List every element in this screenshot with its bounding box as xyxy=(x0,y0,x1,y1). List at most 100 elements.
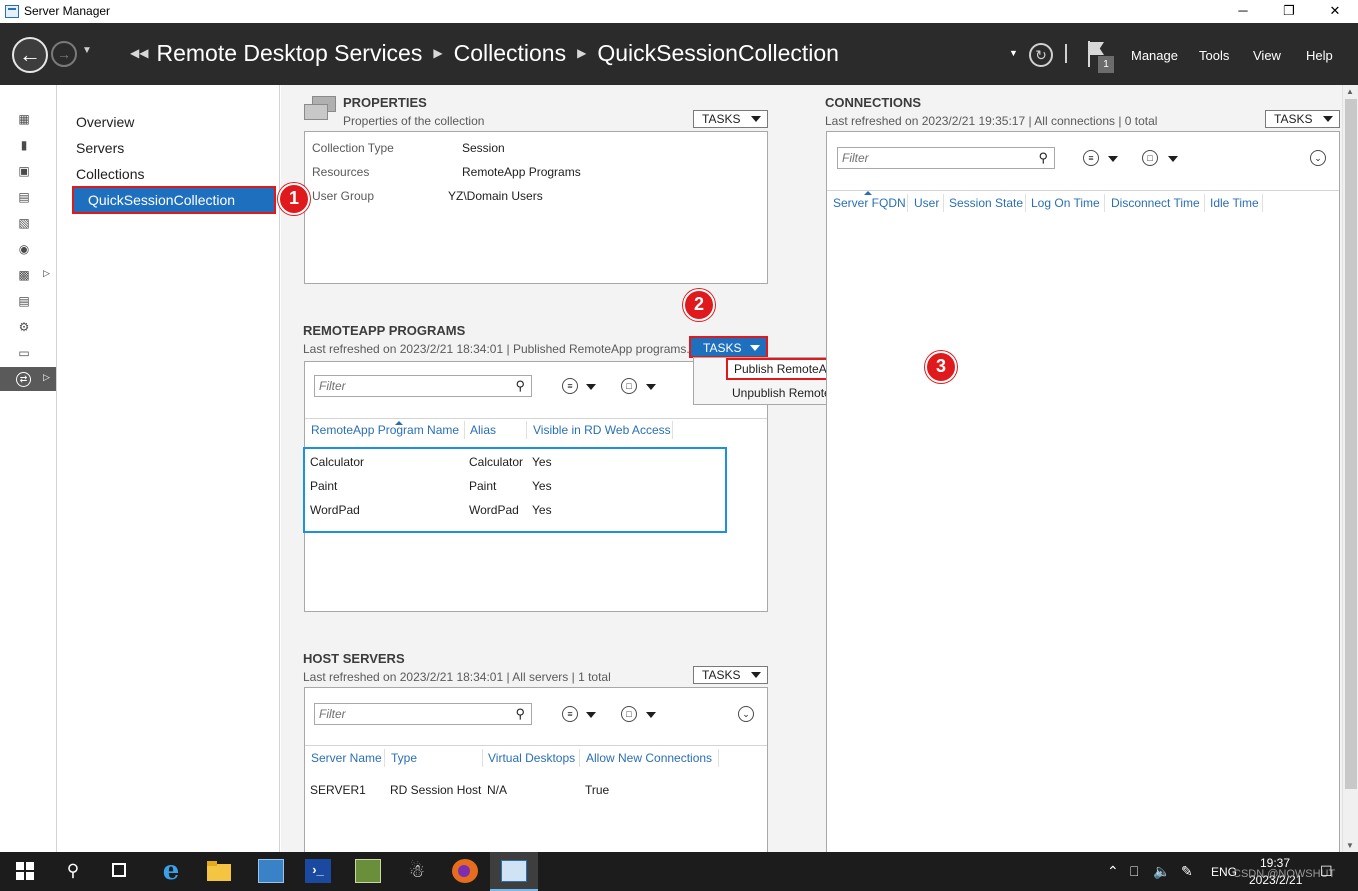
rail-adcs[interactable]: ◉ xyxy=(0,237,56,261)
search-icon[interactable]: ⚲ xyxy=(60,859,86,883)
firefox-icon[interactable] xyxy=(452,859,478,883)
maximize-button[interactable]: ❐ xyxy=(1266,0,1312,23)
volume-muted-icon[interactable]: 🔈 xyxy=(1153,863,1170,880)
dropdown-caret-icon[interactable] xyxy=(1108,156,1118,162)
expand-arrow-icon[interactable]: ▷ xyxy=(43,372,50,383)
notification-center-icon[interactable]: ☐ xyxy=(1320,863,1333,880)
col-alias[interactable]: Alias xyxy=(470,423,496,437)
rail-print-services[interactable]: ▤ xyxy=(0,289,56,313)
search-icon[interactable]: ⚲ xyxy=(515,378,525,394)
menu-manage[interactable]: Manage xyxy=(1131,48,1178,63)
col-visible-rd-web[interactable]: Visible in RD Web Access xyxy=(533,423,671,437)
column-separator[interactable] xyxy=(1025,194,1026,212)
col-disconnect-time[interactable]: Disconnect Time xyxy=(1111,196,1200,210)
nav-overview[interactable]: Overview xyxy=(76,114,134,130)
expand-section-icon[interactable]: ⌄ xyxy=(1310,150,1326,166)
table-row-type[interactable]: RD Session Host xyxy=(390,783,481,797)
minimize-button[interactable]: ─ xyxy=(1220,0,1266,23)
rail-dashboard[interactable]: ▦ xyxy=(0,107,56,131)
nav-collections[interactable]: Collections xyxy=(76,166,144,182)
column-separator[interactable] xyxy=(943,194,944,212)
rail-remote-desktop[interactable]: ⇄ ▷ xyxy=(0,367,56,391)
server-manager-tools-icon[interactable] xyxy=(355,859,381,883)
col-server-fqdn[interactable]: Server FQDN xyxy=(833,196,906,210)
rail-local-server[interactable]: ▮ xyxy=(0,133,56,157)
column-separator[interactable] xyxy=(1204,194,1205,212)
dropdown-caret-icon[interactable] xyxy=(586,384,596,390)
notifications-flag-icon[interactable]: 1 xyxy=(1088,41,1114,75)
file-explorer-icon[interactable] xyxy=(206,859,232,883)
column-separator[interactable] xyxy=(482,749,483,767)
taskbar-server-manager-active[interactable] xyxy=(490,852,538,891)
col-session-state[interactable]: Session State xyxy=(949,196,1023,210)
network-tree-icon[interactable]: ☃ xyxy=(404,859,430,883)
col-type[interactable]: Type xyxy=(391,751,417,765)
back-button[interactable]: ← xyxy=(12,37,48,73)
forward-button[interactable]: → xyxy=(51,41,77,67)
scroll-up-icon[interactable]: ▲ xyxy=(1346,87,1354,96)
search-icon[interactable]: ⚲ xyxy=(515,706,525,722)
scrollbar-thumb[interactable] xyxy=(1345,99,1357,789)
pen-icon[interactable]: ✎ xyxy=(1181,863,1193,880)
show-hidden-icons-icon[interactable]: ⌃ xyxy=(1107,863,1119,880)
rail-file-services[interactable]: ▩ ▷ xyxy=(0,263,56,287)
column-separator[interactable] xyxy=(718,749,719,767)
save-query-icon[interactable]: □ xyxy=(1142,150,1158,166)
windows-start-icon[interactable] xyxy=(14,859,40,883)
rail-iis[interactable]: ▧ xyxy=(0,211,56,235)
refresh-dropdown-icon[interactable]: ▼ xyxy=(1009,48,1018,58)
table-row-virtual-desktops[interactable]: N/A xyxy=(487,783,507,797)
vertical-scrollbar[interactable]: ▲ ▼ xyxy=(1342,85,1358,852)
table-row-allow[interactable]: True xyxy=(585,783,609,797)
rail-file-storage[interactable]: ▤ xyxy=(0,185,56,209)
network-icon[interactable]: ⎕ xyxy=(1130,863,1138,880)
column-separator[interactable] xyxy=(526,421,527,439)
breadcrumb-lead-icon[interactable]: ◀◀ xyxy=(130,46,148,60)
col-server-name[interactable]: Server Name xyxy=(311,751,382,765)
breadcrumb-item-collections[interactable]: Collections xyxy=(454,40,567,66)
dropdown-caret-icon[interactable] xyxy=(1168,156,1178,162)
powershell-icon[interactable]: ›_ xyxy=(305,859,331,883)
list-options-icon[interactable]: ≡ xyxy=(562,378,578,394)
menu-view[interactable]: View xyxy=(1253,48,1281,63)
task-view-icon[interactable] xyxy=(106,859,132,883)
dropdown-caret-icon[interactable] xyxy=(646,384,656,390)
menu-help[interactable]: Help xyxy=(1306,48,1333,63)
rail-all-servers[interactable]: ▣ xyxy=(0,159,56,183)
col-virtual-desktops[interactable]: Virtual Desktops xyxy=(488,751,575,765)
host-servers-filter-input[interactable]: Filter ⚲ xyxy=(314,703,532,725)
col-log-on-time[interactable]: Log On Time xyxy=(1031,196,1100,210)
close-button[interactable]: ✕ xyxy=(1312,0,1358,23)
list-options-icon[interactable]: ≡ xyxy=(562,706,578,722)
properties-tasks-button[interactable]: TASKS xyxy=(693,110,768,128)
column-separator[interactable] xyxy=(384,749,385,767)
remoteapp-filter-input[interactable]: Filter ⚲ xyxy=(314,375,532,397)
col-allow-new-connections[interactable]: Allow New Connections xyxy=(586,751,712,765)
list-options-icon[interactable]: ≡ xyxy=(1083,150,1099,166)
remoteapp-tasks-button[interactable]: TASKS xyxy=(689,336,768,358)
table-row-server[interactable]: SERVER1 xyxy=(310,783,366,797)
dropdown-caret-icon[interactable] xyxy=(586,712,596,718)
internet-explorer-icon[interactable]: e xyxy=(158,858,184,884)
save-query-icon[interactable]: □ xyxy=(621,378,637,394)
search-icon[interactable]: ⚲ xyxy=(1038,150,1048,166)
refresh-icon[interactable]: ↻ xyxy=(1029,43,1053,67)
connections-filter-input[interactable]: Filter ⚲ xyxy=(837,147,1055,169)
connections-tasks-button[interactable]: TASKS xyxy=(1265,110,1340,128)
expand-arrow-icon[interactable]: ▷ xyxy=(43,268,50,279)
server-app-icon[interactable] xyxy=(258,859,284,883)
column-separator[interactable] xyxy=(579,749,580,767)
rail-server-role[interactable]: ▭ xyxy=(0,341,56,365)
col-idle-time[interactable]: Idle Time xyxy=(1210,196,1259,210)
host-servers-tasks-button[interactable]: TASKS xyxy=(693,666,768,684)
column-separator[interactable] xyxy=(907,194,908,212)
history-dropdown-icon[interactable]: ▼ xyxy=(82,45,92,56)
menu-tools[interactable]: Tools xyxy=(1199,48,1229,63)
col-remoteapp-program-name[interactable]: RemoteApp Program Name xyxy=(311,423,459,437)
save-query-icon[interactable]: □ xyxy=(621,706,637,722)
column-separator[interactable] xyxy=(672,421,673,439)
breadcrumb-item-collection[interactable]: QuickSessionCollection xyxy=(597,40,839,66)
column-separator[interactable] xyxy=(464,421,465,439)
expand-section-icon[interactable]: ⌄ xyxy=(738,706,754,722)
nav-quicksessioncollection[interactable]: QuickSessionCollection xyxy=(72,186,276,214)
